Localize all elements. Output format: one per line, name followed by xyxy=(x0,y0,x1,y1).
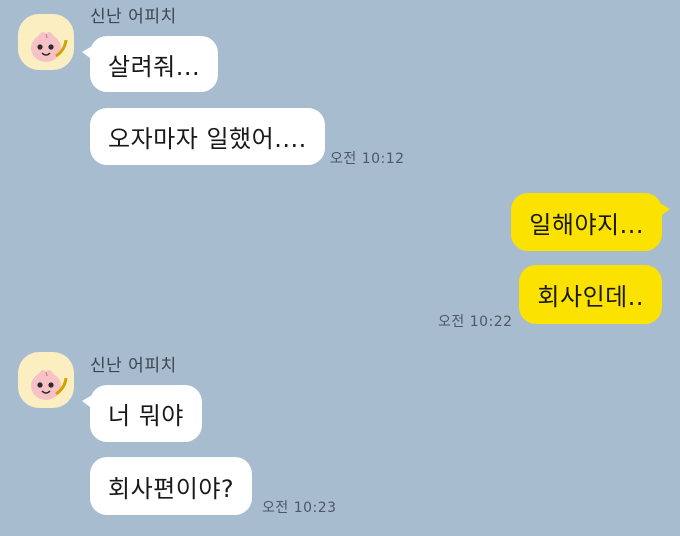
message-bubble[interactable]: 회사인데.. xyxy=(519,265,662,324)
message-timestamp: 오전 10:22 xyxy=(438,314,513,330)
message-bubble[interactable]: 너 뭐야 xyxy=(82,385,202,442)
message-text: 회사편이야? xyxy=(108,474,235,503)
message-text: 회사인데.. xyxy=(537,283,644,311)
sender-avatar[interactable] xyxy=(18,352,74,408)
apeach-character-icon xyxy=(31,370,68,400)
sender-name: 신난 어피치 xyxy=(90,7,177,27)
sender-name: 신난 어피치 xyxy=(90,356,177,376)
apeach-character-icon xyxy=(31,32,68,62)
message-text: 오자마자 일했어.... xyxy=(108,125,307,153)
message-text: 일해야지... xyxy=(529,210,644,239)
sender-avatar[interactable] xyxy=(18,14,74,70)
message-timestamp: 오전 10:12 xyxy=(330,151,405,167)
message-bubble[interactable]: 오자마자 일했어.... xyxy=(90,108,325,165)
message-text: 너 뭐야 xyxy=(108,402,184,430)
message-bubble[interactable]: 일해야지... xyxy=(511,193,670,251)
message-text: 살려줘... xyxy=(108,52,201,81)
message-bubble[interactable]: 살려줘... xyxy=(81,36,219,92)
message-timestamp: 오전 10:23 xyxy=(262,500,337,516)
message-bubble[interactable]: 회사편이야? xyxy=(90,457,253,515)
